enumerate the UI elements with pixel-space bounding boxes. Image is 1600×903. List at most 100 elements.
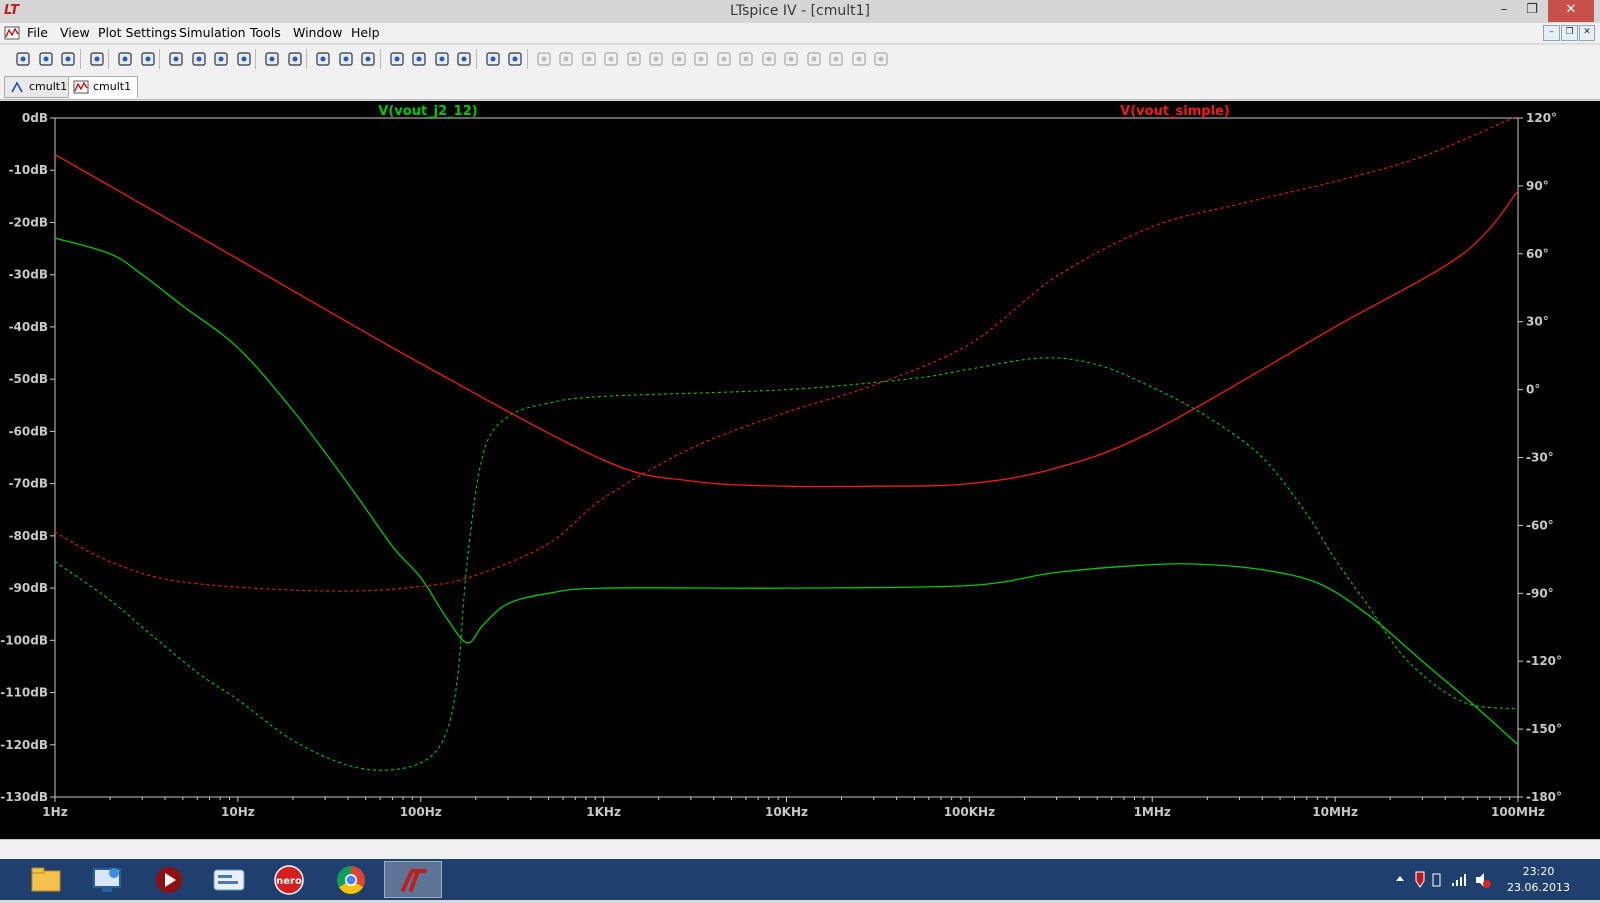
nero-label: nero xyxy=(276,876,302,887)
volume-muted-icon[interactable] xyxy=(1476,873,1491,888)
minimize-button[interactable]: – xyxy=(1490,0,1518,22)
zoom-cancel-icon[interactable] xyxy=(235,50,253,68)
document-tabs: cmult1 cmult1 xyxy=(0,73,1600,100)
bode-plot-chart[interactable]: 1Hz 10Hz 100Hz 1KHz 10KHz 100KHz 1MHz 10MHz 100M… xyxy=(0,101,1600,839)
y-right-tick-label: -120° xyxy=(1526,654,1562,668)
power-icon[interactable] xyxy=(1432,873,1441,887)
y-right-tick-label: -30° xyxy=(1526,451,1554,465)
print-icon[interactable] xyxy=(506,50,524,68)
waveform-doc-icon[interactable] xyxy=(4,25,20,41)
plot-frame xyxy=(54,117,1519,798)
capacitor-icon[interactable] xyxy=(625,50,643,68)
undo-icon[interactable] xyxy=(760,50,778,68)
x-tick-label: 10MHz xyxy=(1312,805,1358,819)
spice-directive-icon[interactable] xyxy=(872,50,890,68)
x-tick-label: 10KHz xyxy=(765,805,808,819)
rotate-icon[interactable] xyxy=(805,50,823,68)
y-right-tick-label: -60° xyxy=(1526,518,1554,532)
copy-icon[interactable] xyxy=(410,50,428,68)
mdi-close-button[interactable]: ✕ xyxy=(1579,25,1595,41)
halt-icon[interactable] xyxy=(139,50,157,68)
waveform-plot-pane[interactable]: 1Hz 10Hz 100Hz 1KHz 10KHz 100KHz 1MHz 10MHz 100M… xyxy=(0,101,1600,839)
menu-simulation[interactable]: Simulation xyxy=(179,25,246,40)
messenger-icon xyxy=(213,869,245,891)
taskbar-messenger[interactable] xyxy=(200,861,258,898)
tile-horizontal-icon[interactable] xyxy=(314,50,332,68)
toolbar xyxy=(0,44,1600,74)
trace-vout-j2-12-magnitude[interactable] xyxy=(54,237,1519,746)
menu-bar: File View Plot Settings Simulation Tools… xyxy=(0,23,1600,43)
taskbar-file-explorer[interactable] xyxy=(16,861,74,898)
ground-icon[interactable] xyxy=(557,50,575,68)
ltspice-icon xyxy=(401,869,427,892)
menu-file[interactable]: File xyxy=(27,25,48,40)
network-signal-icon[interactable] xyxy=(1452,874,1466,886)
y-left-tick-label: -80dB xyxy=(9,529,48,543)
y-right-tick-label: 90° xyxy=(1526,179,1549,193)
trace-vout-simple-magnitude[interactable] xyxy=(54,154,1519,488)
waveform-icon xyxy=(73,80,89,94)
antivirus-icon[interactable] xyxy=(1415,871,1425,888)
control-panel-icon[interactable] xyxy=(88,50,106,68)
print-preview-icon[interactable] xyxy=(484,50,502,68)
inductor-icon[interactable] xyxy=(647,50,665,68)
component-icon[interactable] xyxy=(692,50,710,68)
file-explorer-icon xyxy=(31,867,61,892)
taskbar-ltspice[interactable] xyxy=(384,861,442,898)
cut-icon[interactable] xyxy=(388,50,406,68)
legend-vout-simple[interactable]: V(vout_simple) xyxy=(1120,104,1230,119)
find-icon[interactable] xyxy=(455,50,473,68)
zoom-in-icon[interactable] xyxy=(167,50,185,68)
y-right-tick-label: 60° xyxy=(1526,247,1549,261)
taskbar-chrome[interactable] xyxy=(322,861,380,898)
save-icon[interactable] xyxy=(59,50,77,68)
tab-waveform[interactable]: cmult1 xyxy=(68,76,139,98)
x-tick-label: 1KHz xyxy=(586,805,621,819)
x-tick-label: 100MHz xyxy=(1491,805,1545,819)
menu-view[interactable]: View xyxy=(60,25,90,40)
text-icon[interactable] xyxy=(850,50,868,68)
menu-help[interactable]: Help xyxy=(351,25,380,40)
taskbar-remote-desktop[interactable] xyxy=(78,861,136,898)
y-left-tick-label: -40dB xyxy=(9,320,48,334)
open-icon[interactable] xyxy=(37,50,55,68)
mirror-icon[interactable] xyxy=(827,50,845,68)
redo-icon[interactable] xyxy=(782,50,800,68)
taskbar-clock[interactable]: 23:20 23.06.2013 xyxy=(1507,864,1570,896)
move-icon[interactable] xyxy=(715,50,733,68)
trace-vout-simple-phase[interactable] xyxy=(54,115,1519,592)
wire-icon[interactable] xyxy=(535,50,553,68)
schematic-icon xyxy=(11,81,23,93)
x-tick-label: 10Hz xyxy=(221,805,255,819)
toolbar-separator xyxy=(379,49,381,69)
mdi-restore-button[interactable]: ❐ xyxy=(1561,25,1578,41)
zoom-out-icon[interactable] xyxy=(190,50,208,68)
legend-vout-j2-12[interactable]: V(vout_j2_12) xyxy=(378,104,477,119)
paste-icon[interactable] xyxy=(433,50,451,68)
new-schematic-icon[interactable] xyxy=(14,50,32,68)
show-hidden-icon[interactable] xyxy=(1396,876,1404,881)
resistor-icon[interactable] xyxy=(602,50,620,68)
drag-icon[interactable] xyxy=(737,50,755,68)
cascade-icon[interactable] xyxy=(337,50,355,68)
tab-schematic[interactable]: cmult1 xyxy=(4,76,75,98)
restore-button[interactable]: ❐ xyxy=(1518,0,1546,22)
zoom-fit-icon[interactable] xyxy=(212,50,230,68)
y-left-tick-label: -50dB xyxy=(9,372,48,386)
nero-icon: nero xyxy=(274,865,304,895)
tile-vertical-icon[interactable] xyxy=(359,50,377,68)
mdi-minimize-button[interactable]: – xyxy=(1543,25,1560,41)
label-icon[interactable] xyxy=(580,50,598,68)
menu-window[interactable]: Window xyxy=(293,25,342,40)
run-icon[interactable] xyxy=(116,50,134,68)
taskbar-nero[interactable]: nero xyxy=(260,861,318,898)
taskbar-media-player[interactable] xyxy=(140,861,198,898)
menu-tools[interactable]: Tools xyxy=(250,25,281,40)
autorange-icon[interactable] xyxy=(263,50,281,68)
diode-icon[interactable] xyxy=(670,50,688,68)
trace-vout-j2-12-phase[interactable] xyxy=(54,357,1519,771)
menu-plot-settings[interactable]: Plot Settings xyxy=(98,25,177,40)
close-button[interactable]: ✕ xyxy=(1548,0,1594,22)
remote-desktop-icon xyxy=(93,868,121,892)
zoom-extents-icon[interactable] xyxy=(286,50,304,68)
